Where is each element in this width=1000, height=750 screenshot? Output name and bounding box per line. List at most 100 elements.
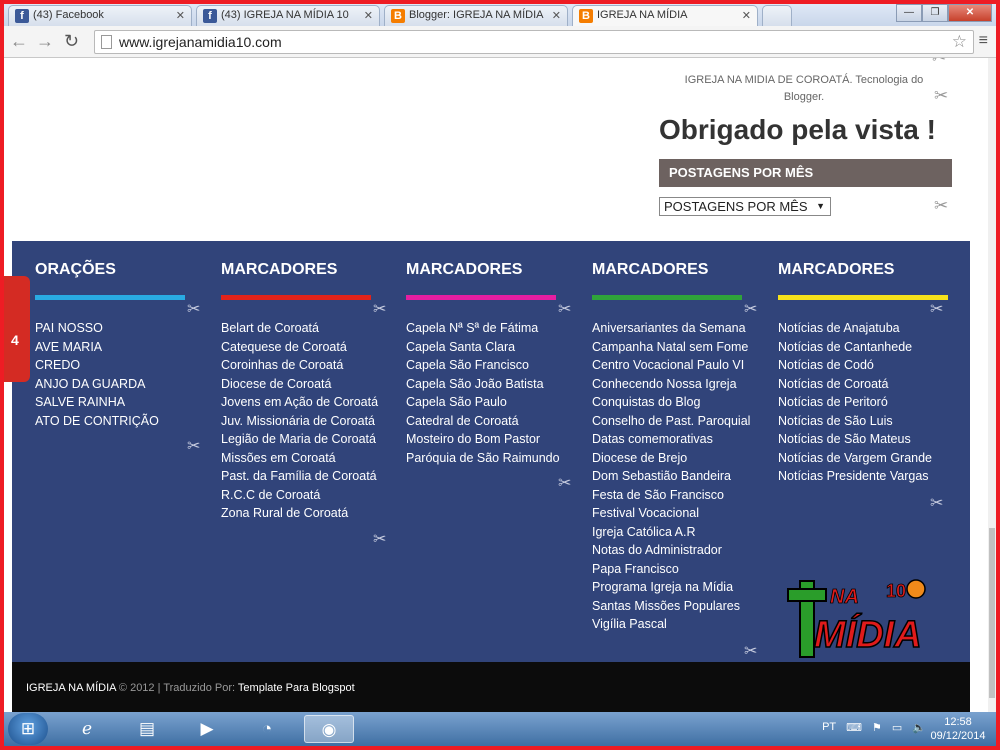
list-item[interactable]: Capela São João Batista xyxy=(406,375,571,394)
close-window-icon[interactable]: ✕ xyxy=(948,4,992,22)
internet-explorer-icon[interactable]: ℯ xyxy=(72,715,102,743)
tab-igreja-na-midia[interactable]: B IGREJA NA MÍDIA ✕ xyxy=(572,5,758,26)
address-bar[interactable]: www.igrejanamidia10.com ☆ xyxy=(94,30,974,54)
network-icon[interactable]: ▭ xyxy=(892,721,902,734)
list-item[interactable]: Dom Sebastião Bandeira xyxy=(592,467,757,486)
wrench-icon[interactable]: ✂ xyxy=(744,299,757,319)
volume-icon[interactable]: 🔈 xyxy=(912,721,926,734)
close-tab-icon[interactable]: ✕ xyxy=(176,9,185,22)
list-item[interactable]: R.C.C de Coroatá xyxy=(221,486,386,505)
reload-icon[interactable]: ↻ xyxy=(64,31,79,52)
copyright-site-link[interactable]: IGREJA NA MÍDIA xyxy=(26,682,116,694)
list-item[interactable]: Mosteiro do Bom Pastor xyxy=(406,430,571,449)
list-item[interactable]: CREDO xyxy=(35,356,200,375)
list-item[interactable]: Notícias de Peritoró xyxy=(778,393,943,412)
list-item[interactable]: Capela São Paulo xyxy=(406,393,571,412)
list-item[interactable]: Programa Igreja na Mídia xyxy=(592,578,757,597)
file-explorer-icon[interactable]: ▤ xyxy=(132,715,162,743)
list-item[interactable]: PAI NOSSO xyxy=(35,319,200,338)
list-item[interactable]: Past. da Família de Coroatá xyxy=(221,467,386,486)
list-item[interactable]: Conquistas do Blog xyxy=(592,393,757,412)
list-item[interactable]: Diocese de Coroatá xyxy=(221,375,386,394)
media-player-icon[interactable]: ▶ xyxy=(192,715,222,743)
list-item[interactable]: Zona Rural de Coroatá xyxy=(221,504,386,523)
wrench-icon[interactable]: ✂ xyxy=(930,299,943,319)
language-indicator[interactable]: PT xyxy=(822,721,836,734)
list-item[interactable]: Santas Missões Populares xyxy=(592,597,757,616)
back-arrow-icon[interactable]: ← xyxy=(10,31,28,52)
scrollbar-thumb[interactable] xyxy=(989,528,995,698)
tab-blogger[interactable]: B Blogger: IGREJA NA MÍDIA ✕ xyxy=(384,5,568,26)
list-item[interactable]: Coroinhas de Coroatá xyxy=(221,356,386,375)
vertical-scrollbar[interactable] xyxy=(988,58,996,712)
list-item[interactable]: Legião de Maria de Coroatá xyxy=(221,430,386,449)
list-item[interactable]: Datas comemorativas xyxy=(592,430,757,449)
list-item[interactable]: Centro Vocacional Paulo VI xyxy=(592,356,757,375)
forward-arrow-icon[interactable]: → xyxy=(36,31,54,52)
minimize-icon[interactable]: — xyxy=(896,4,922,22)
list-item[interactable]: Campanha Natal sem Fome xyxy=(592,338,757,357)
list-item[interactable]: Diocese de Brejo xyxy=(592,449,757,468)
list-item[interactable]: Capela Santa Clara xyxy=(406,338,571,357)
tab-facebook-page[interactable]: f (43) IGREJA NA MÍDIA 10 ✕ xyxy=(196,5,380,26)
list-item[interactable]: Notícias de Coroatá xyxy=(778,375,943,394)
close-tab-icon[interactable]: ✕ xyxy=(552,9,561,22)
list-item[interactable]: Capela Nª Sª de Fátima xyxy=(406,319,571,338)
list-item[interactable]: Festival Vocacional xyxy=(592,504,757,523)
list-item[interactable]: Belart de Coroatá xyxy=(221,319,386,338)
list-item[interactable]: AVE MARIA xyxy=(35,338,200,357)
wrench-icon[interactable]: ✂ xyxy=(930,493,943,513)
wrench-icon[interactable]: ✂ xyxy=(558,299,571,319)
wrench-icon[interactable]: ✂ xyxy=(932,58,946,68)
list-item[interactable]: SALVE RAINHA xyxy=(35,393,200,412)
menu-icon[interactable]: ≡ xyxy=(979,32,988,50)
list-item[interactable]: Notícias de Cantanhede xyxy=(778,338,943,357)
close-tab-icon[interactable]: ✕ xyxy=(364,9,373,22)
wrench-icon[interactable]: ✂ xyxy=(187,299,200,319)
keyboard-icon[interactable]: ⌨ xyxy=(846,721,862,734)
tab-facebook[interactable]: f (43) Facebook ✕ xyxy=(8,5,192,26)
list-item[interactable]: Aniversariantes da Semana xyxy=(592,319,757,338)
list-item[interactable]: Festa de São Francisco xyxy=(592,486,757,505)
app-icon[interactable]: ◔ xyxy=(252,715,282,743)
archive-dropdown[interactable]: POSTAGENS POR MÊS ▼ xyxy=(659,197,831,216)
list-item[interactable]: Notícias de Vargem Grande xyxy=(778,449,943,468)
list-item[interactable]: Notícias de Codó xyxy=(778,356,943,375)
wrench-icon[interactable]: ✂ xyxy=(373,529,386,549)
list-item[interactable]: ANJO DA GUARDA xyxy=(35,375,200,394)
list-item[interactable]: Juv. Missionária de Coroatá xyxy=(221,412,386,431)
list-item[interactable]: Capela São Francisco xyxy=(406,356,571,375)
action-center-flag-icon[interactable]: ⚑ xyxy=(872,721,882,734)
new-tab-button[interactable] xyxy=(762,5,792,26)
bookmark-star-icon[interactable]: ☆ xyxy=(952,32,967,52)
list-item[interactable]: Igreja Católica A.R xyxy=(592,523,757,542)
list-item[interactable]: Missões em Coroatá xyxy=(221,449,386,468)
list-item[interactable]: Catedral de Coroatá xyxy=(406,412,571,431)
list-item[interactable]: Conhecendo Nossa Igreja xyxy=(592,375,757,394)
list-item[interactable]: ATO DE CONTRIÇÃO xyxy=(35,412,200,431)
side-social-tab[interactable]: 4 xyxy=(4,276,30,382)
template-link[interactable]: Template Para Blogspot xyxy=(238,682,355,694)
maximize-icon[interactable]: ❐ xyxy=(922,4,948,22)
list-item[interactable]: Jovens em Ação de Coroatá xyxy=(221,393,386,412)
wrench-icon[interactable]: ✂ xyxy=(558,473,571,493)
list-item[interactable]: Notícias de São Luis xyxy=(778,412,943,431)
list-item[interactable]: Papa Francisco xyxy=(592,560,757,579)
close-tab-icon[interactable]: ✕ xyxy=(742,9,751,22)
chrome-taskbar-icon[interactable]: ◉ xyxy=(304,715,354,743)
list-item[interactable]: Notas do Administrador xyxy=(592,541,757,560)
list-item[interactable]: Conselho de Past. Paroquial xyxy=(592,412,757,431)
clock[interactable]: 12:58 09/12/2014 xyxy=(928,715,988,743)
wrench-icon[interactable]: ✂ xyxy=(934,86,948,106)
wrench-icon[interactable]: ✂ xyxy=(373,299,386,319)
start-button[interactable]: ⊞ xyxy=(8,713,48,745)
list-item[interactable]: Notícias de Anajatuba xyxy=(778,319,943,338)
list-item[interactable]: Vigília Pascal xyxy=(592,615,757,634)
wrench-icon[interactable]: ✂ xyxy=(744,641,757,661)
list-item[interactable]: Paróquia de São Raimundo xyxy=(406,449,571,468)
list-item[interactable]: Catequese de Coroatá xyxy=(221,338,386,357)
list-item[interactable]: Notícias Presidente Vargas xyxy=(778,467,943,486)
list-item[interactable]: Notícias de São Mateus xyxy=(778,430,943,449)
wrench-icon[interactable]: ✂ xyxy=(187,436,200,456)
wrench-icon[interactable]: ✂ xyxy=(934,196,948,216)
